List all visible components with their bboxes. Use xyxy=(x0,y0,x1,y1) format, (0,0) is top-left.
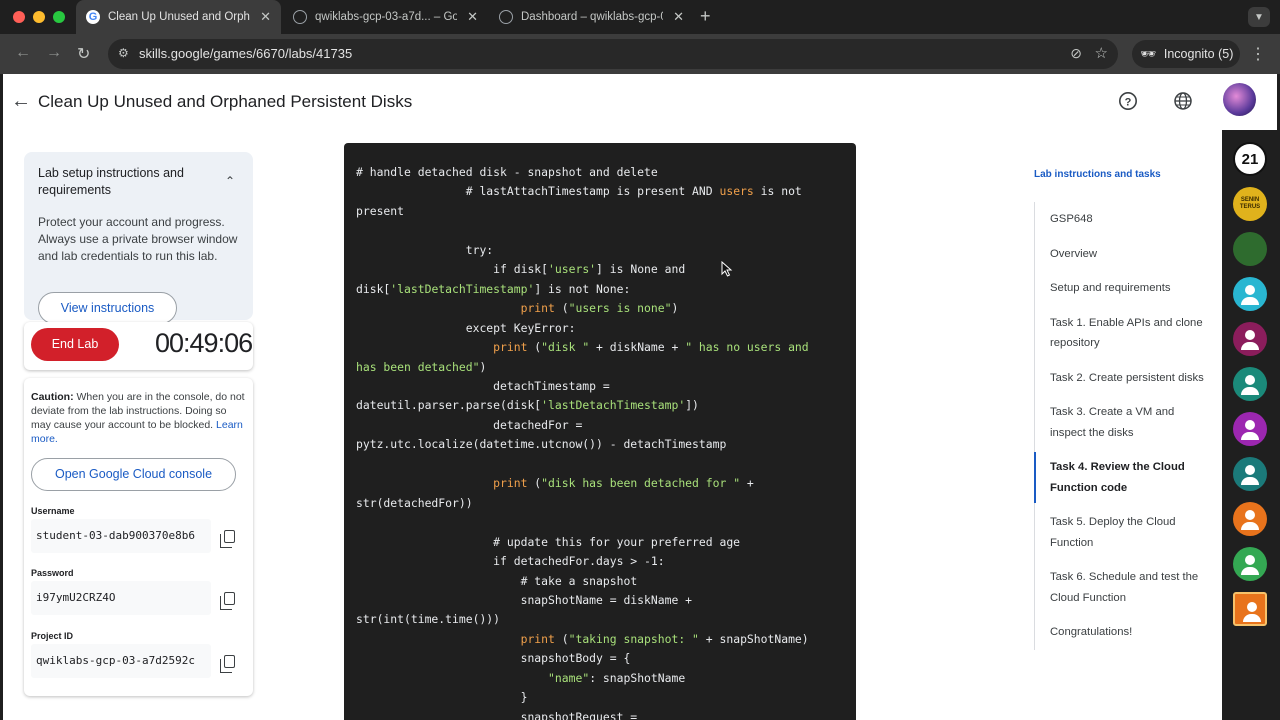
setup-card: Lab setup instructions and requirements … xyxy=(24,152,253,324)
copy-password-icon[interactable] xyxy=(214,581,244,615)
toc-item-task-6[interactable]: Task 6. Schedule and test the Cloud Func… xyxy=(1035,560,1208,615)
copy-project-id-icon[interactable] xyxy=(214,644,244,678)
url-text: skills.google/games/6670/labs/41735 xyxy=(139,46,353,61)
back-arrow-icon[interactable]: ← xyxy=(15,44,31,62)
toc-item-congratulations[interactable]: Congratulations! xyxy=(1035,615,1208,650)
toc-list: GSP648 Overview Setup and requirements T… xyxy=(1034,202,1208,650)
participant-avatar[interactable]: 21 xyxy=(1233,142,1267,176)
tab-title: qwiklabs-gcp-03-a7d... – Go xyxy=(315,11,458,23)
close-tab-icon[interactable]: ✕ xyxy=(467,9,478,25)
timer-card: End Lab 00:49:06 xyxy=(24,322,253,370)
participant-avatar[interactable] xyxy=(1233,412,1267,446)
chevron-down-icon[interactable]: ▼ xyxy=(1248,7,1270,27)
browser-toolbar: ← → ↻ ⚙ skills.google/games/6670/labs/41… xyxy=(0,34,1280,74)
setup-heading: Lab setup instructions and requirements xyxy=(38,166,184,197)
google-g-icon: G xyxy=(86,10,100,24)
maximize-window-button[interactable] xyxy=(53,11,65,23)
lab-timer: 00:49:06 xyxy=(155,328,253,358)
participant-avatar[interactable] xyxy=(1233,322,1267,356)
tab-console[interactable]: qwiklabs-gcp-03-a7d... – Go ✕ xyxy=(283,0,488,34)
page-header: ← Clean Up Unused and Orphaned Persisten… xyxy=(3,74,1277,130)
reload-icon[interactable]: ↻ xyxy=(77,44,90,64)
code-block[interactable]: # handle detached disk - snapshot and de… xyxy=(344,143,856,720)
tab-lab[interactable]: G Clean Up Unused and Orphaned Persisten… xyxy=(76,0,281,34)
participant-strip: 21 SENIN TERUS xyxy=(1222,130,1277,720)
browser-window: G Clean Up Unused and Orphaned Persisten… xyxy=(0,0,1280,720)
caution-label: Caution: xyxy=(31,391,74,403)
eye-off-icon[interactable]: ⊘ xyxy=(1070,45,1082,62)
help-icon[interactable]: ? xyxy=(1118,91,1138,116)
new-tab-icon[interactable]: + xyxy=(700,6,711,27)
password-label: Password xyxy=(31,568,74,578)
page: ← Clean Up Unused and Orphaned Persisten… xyxy=(3,74,1277,720)
tab-strip: G Clean Up Unused and Orphaned Persisten… xyxy=(0,0,1280,34)
credentials-card: Caution: When you are in the console, do… xyxy=(24,378,253,696)
toc-item-gsp648[interactable]: GSP648 xyxy=(1035,202,1208,237)
incognito-label: Incognito (5) xyxy=(1163,47,1234,61)
tab-title: Clean Up Unused and Orphaned Persistent … xyxy=(108,11,250,23)
avatar-label: SENIN TERUS xyxy=(1239,197,1261,210)
user-avatar[interactable] xyxy=(1223,83,1256,116)
site-info-icon[interactable]: ⚙ xyxy=(118,46,129,60)
window-controls xyxy=(13,11,65,23)
toc-item-overview[interactable]: Overview xyxy=(1035,237,1208,272)
incognito-button[interactable]: 🕶 Incognito (5) xyxy=(1132,40,1240,68)
password-field[interactable]: i97ymU2CRZ4O xyxy=(31,581,211,615)
toc-item-task-5[interactable]: Task 5. Deploy the Cloud Function xyxy=(1035,505,1208,560)
toc-heading: Lab instructions and tasks xyxy=(1034,169,1161,180)
participant-avatar[interactable] xyxy=(1233,277,1267,311)
participant-avatar[interactable] xyxy=(1233,502,1267,536)
star-icon[interactable]: ☆ xyxy=(1095,44,1108,62)
avatar-label: 21 xyxy=(1241,150,1259,168)
end-lab-button[interactable]: End Lab xyxy=(31,328,119,361)
more-menu-icon[interactable]: ⋮ xyxy=(1250,44,1266,64)
toc-item-task-3[interactable]: Task 3. Create a VM and inspect the disk… xyxy=(1035,395,1208,450)
project-id-field[interactable]: qwiklabs-gcp-03-a7d2592c xyxy=(31,644,211,678)
participant-avatar[interactable] xyxy=(1233,547,1267,581)
mouse-pointer-icon xyxy=(721,261,733,277)
forward-arrow-icon[interactable]: → xyxy=(46,44,62,62)
toc-item-task-2[interactable]: Task 2. Create persistent disks xyxy=(1035,361,1208,396)
view-instructions-button[interactable]: View instructions xyxy=(38,292,177,324)
toc-item-task-4[interactable]: Task 4. Review the Cloud Function code xyxy=(1034,450,1208,505)
open-console-button[interactable]: Open Google Cloud console xyxy=(31,458,236,491)
username-field[interactable]: student-03-dab900370e8b6 xyxy=(31,519,211,553)
svg-text:?: ? xyxy=(1125,97,1132,109)
tab-dashboard[interactable]: Dashboard – qwiklabs-gcp-0 ✕ xyxy=(489,0,694,34)
participant-avatar[interactable] xyxy=(1233,367,1267,401)
copy-username-icon[interactable] xyxy=(214,519,244,553)
incognito-icon: 🕶 xyxy=(1140,46,1156,61)
participant-avatar[interactable] xyxy=(1233,457,1267,491)
page-title: Clean Up Unused and Orphaned Persistent … xyxy=(38,92,413,111)
code-text: # handle detached disk - snapshot and de… xyxy=(356,165,809,720)
address-bar[interactable]: ⚙ skills.google/games/6670/labs/41735 ⊘ … xyxy=(108,39,1118,69)
back-arrow-icon[interactable]: ← xyxy=(11,90,31,113)
minimize-window-button[interactable] xyxy=(33,11,45,23)
left-panel: Lab setup instructions and requirements … xyxy=(24,152,253,324)
setup-body: Protect your account and progress. Alway… xyxy=(38,215,238,263)
participant-avatar[interactable]: SENIN TERUS xyxy=(1233,187,1267,221)
tab-title: Dashboard – qwiklabs-gcp-0 xyxy=(521,11,664,23)
close-window-button[interactable] xyxy=(13,11,25,23)
cloud-icon xyxy=(499,10,513,24)
participant-avatar[interactable] xyxy=(1233,592,1267,626)
close-tab-icon[interactable]: ✕ xyxy=(673,9,684,25)
participant-avatar[interactable] xyxy=(1233,232,1267,266)
close-tab-icon[interactable]: ✕ xyxy=(260,9,271,25)
chevron-up-icon[interactable]: ⌃ xyxy=(225,174,235,188)
cloud-icon xyxy=(293,10,307,24)
caution-text: Caution: When you are in the console, do… xyxy=(31,390,249,446)
globe-icon[interactable] xyxy=(1173,91,1193,116)
username-label: Username xyxy=(31,506,75,516)
project-id-label: Project ID xyxy=(31,631,74,641)
toc-item-setup[interactable]: Setup and requirements xyxy=(1035,271,1208,306)
toc-item-task-1[interactable]: Task 1. Enable APIs and clone repository xyxy=(1035,306,1208,361)
